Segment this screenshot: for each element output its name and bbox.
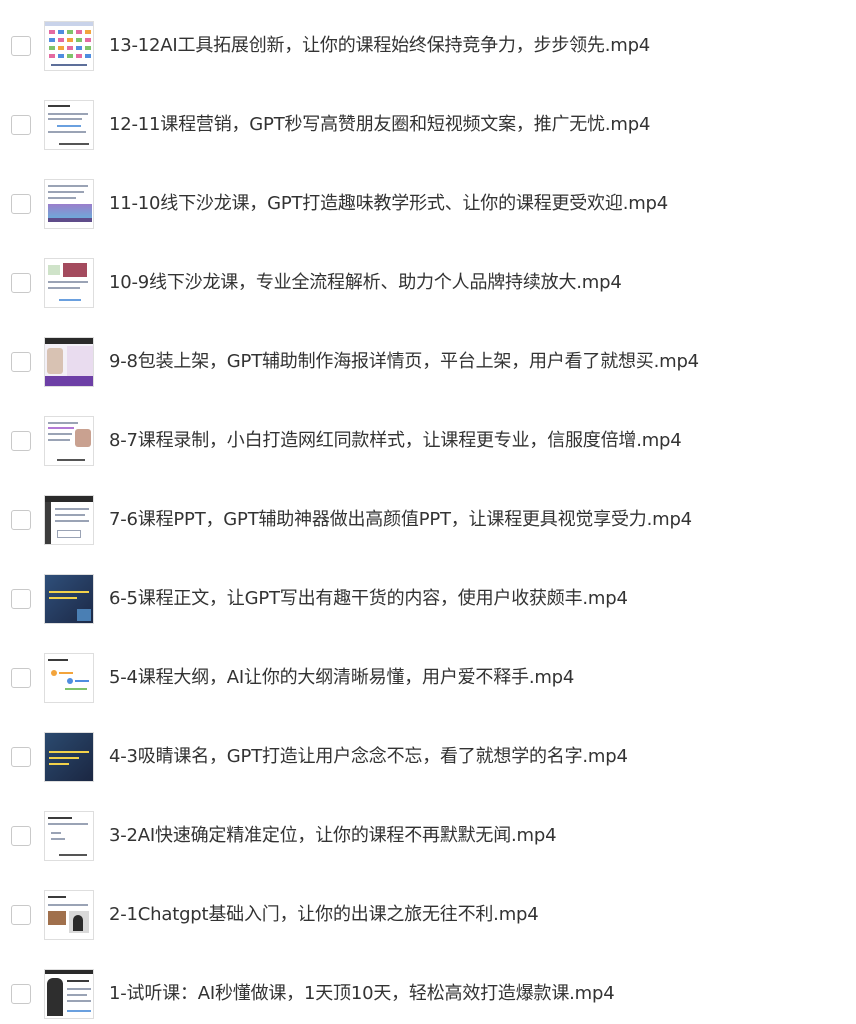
select-checkbox[interactable]: [11, 668, 31, 688]
list-item[interactable]: 13-12AI工具拓展创新，让你的课程始终保持竞争力，步步领先.mp4: [0, 20, 856, 72]
file-name[interactable]: 8-7课程录制，小白打造网红同款样式，让课程更专业，信服度倍增.mp4: [109, 429, 682, 453]
file-name[interactable]: 7-6课程PPT，GPT辅助神器做出高颜值PPT，让课程更具视觉享受力.mp4: [109, 508, 692, 532]
file-name[interactable]: 3-2AI快速确定精准定位，让你的课程不再默默无闻.mp4: [109, 824, 557, 848]
select-checkbox[interactable]: [11, 36, 31, 56]
video-thumbnail: [44, 574, 94, 624]
video-thumbnail: [44, 100, 94, 150]
file-name[interactable]: 11-10线下沙龙课，GPT打造趣味教学形式、让你的课程更受欢迎.mp4: [109, 192, 668, 216]
list-item[interactable]: 10-9线下沙龙课，专业全流程解析、助力个人品牌持续放大.mp4: [0, 257, 856, 309]
list-item[interactable]: 8-7课程录制，小白打造网红同款样式，让课程更专业，信服度倍增.mp4: [0, 415, 856, 467]
list-item[interactable]: 9-8包装上架，GPT辅助制作海报详情页，平台上架，用户看了就想买.mp4: [0, 336, 856, 388]
list-item[interactable]: 6-5课程正文，让GPT写出有趣干货的内容，使用户收获颇丰.mp4: [0, 573, 856, 625]
file-name[interactable]: 2-1Chatgpt基础入门，让你的出课之旅无往不利.mp4: [109, 903, 539, 927]
select-checkbox[interactable]: [11, 984, 31, 1004]
select-checkbox[interactable]: [11, 747, 31, 767]
file-name[interactable]: 12-11课程营销，GPT秒写高赞朋友圈和短视频文案，推广无忧.mp4: [109, 113, 650, 137]
file-name[interactable]: 6-5课程正文，让GPT写出有趣干货的内容，使用户收获颇丰.mp4: [109, 587, 628, 611]
video-thumbnail: [44, 811, 94, 861]
list-item[interactable]: 11-10线下沙龙课，GPT打造趣味教学形式、让你的课程更受欢迎.mp4: [0, 178, 856, 230]
list-item[interactable]: 3-2AI快速确定精准定位，让你的课程不再默默无闻.mp4: [0, 810, 856, 862]
list-item[interactable]: 2-1Chatgpt基础入门，让你的出课之旅无往不利.mp4: [0, 889, 856, 941]
video-thumbnail: [44, 969, 94, 1019]
file-name[interactable]: 9-8包装上架，GPT辅助制作海报详情页，平台上架，用户看了就想买.mp4: [109, 350, 699, 374]
video-thumbnail: [44, 416, 94, 466]
video-thumbnail: [44, 258, 94, 308]
select-checkbox[interactable]: [11, 431, 31, 451]
video-thumbnail: [44, 890, 94, 940]
select-checkbox[interactable]: [11, 905, 31, 925]
select-checkbox[interactable]: [11, 115, 31, 135]
video-thumbnail: [44, 21, 94, 71]
video-thumbnail: [44, 495, 94, 545]
select-checkbox[interactable]: [11, 352, 31, 372]
file-name[interactable]: 4-3吸睛课名，GPT打造让用户念念不忘，看了就想学的名字.mp4: [109, 745, 628, 769]
video-thumbnail: [44, 179, 94, 229]
file-name[interactable]: 10-9线下沙龙课，专业全流程解析、助力个人品牌持续放大.mp4: [109, 271, 622, 295]
list-item[interactable]: 7-6课程PPT，GPT辅助神器做出高颜值PPT，让课程更具视觉享受力.mp4: [0, 494, 856, 546]
file-name[interactable]: 13-12AI工具拓展创新，让你的课程始终保持竞争力，步步领先.mp4: [109, 34, 650, 58]
list-item[interactable]: 5-4课程大纲，AI让你的大纲清晰易懂，用户爱不释手.mp4: [0, 652, 856, 704]
select-checkbox[interactable]: [11, 589, 31, 609]
select-checkbox[interactable]: [11, 510, 31, 530]
select-checkbox[interactable]: [11, 194, 31, 214]
file-name[interactable]: 5-4课程大纲，AI让你的大纲清晰易懂，用户爱不释手.mp4: [109, 666, 574, 690]
video-thumbnail: [44, 653, 94, 703]
select-checkbox[interactable]: [11, 273, 31, 293]
file-name[interactable]: 1-试听课：AI秒懂做课，1天顶10天，轻松高效打造爆款课.mp4: [109, 982, 615, 1006]
video-thumbnail: [44, 732, 94, 782]
list-item[interactable]: 1-试听课：AI秒懂做课，1天顶10天，轻松高效打造爆款课.mp4: [0, 968, 856, 1020]
select-checkbox[interactable]: [11, 826, 31, 846]
list-item[interactable]: 4-3吸睛课名，GPT打造让用户念念不忘，看了就想学的名字.mp4: [0, 731, 856, 783]
list-item[interactable]: 12-11课程营销，GPT秒写高赞朋友圈和短视频文案，推广无忧.mp4: [0, 99, 856, 151]
file-list: 13-12AI工具拓展创新，让你的课程始终保持竞争力，步步领先.mp4 12-1…: [0, 0, 856, 1024]
video-thumbnail: [44, 337, 94, 387]
